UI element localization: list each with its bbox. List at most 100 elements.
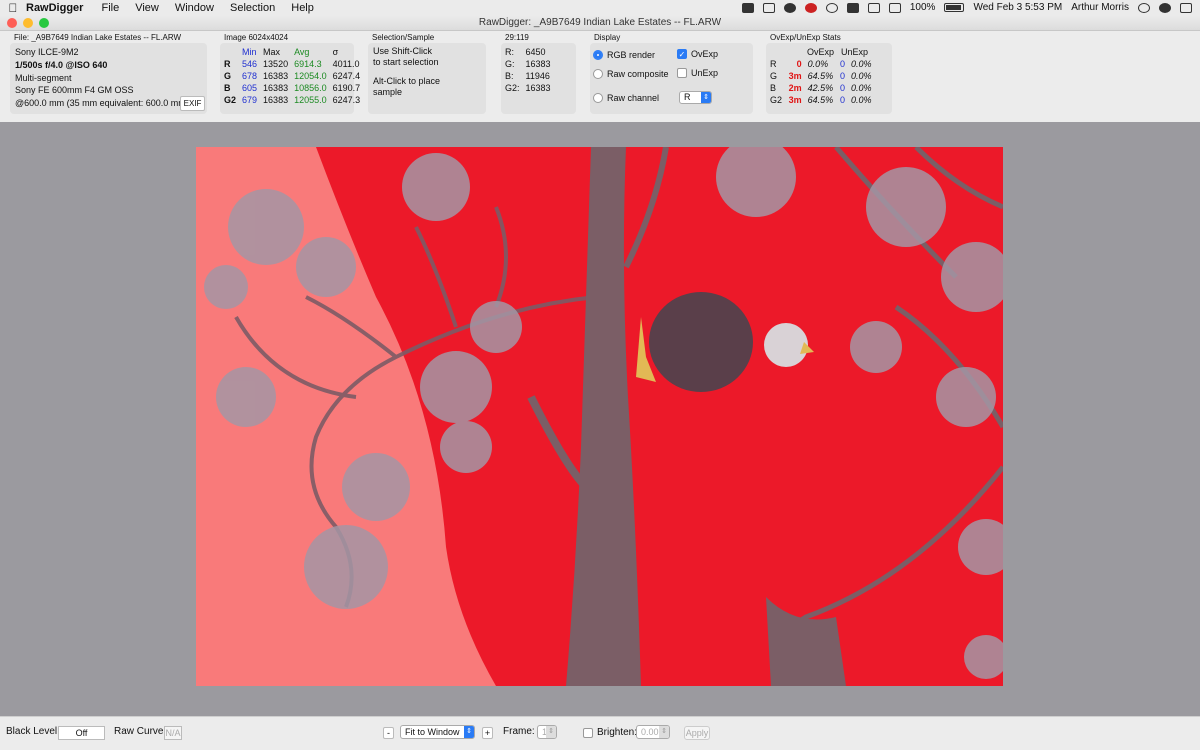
radio-raw-composite-label: Raw composite (607, 69, 669, 79)
channel-select[interactable]: R ⇕ (679, 91, 712, 104)
raw-curve-label: Raw Curve: (114, 726, 167, 737)
zoom-in-button[interactable]: + (482, 727, 493, 739)
stats-header-max: Max (263, 47, 281, 57)
control-center-icon[interactable] (1180, 2, 1192, 13)
selection-hint-1: Use Shift-Click (373, 46, 433, 56)
screen-record-icon[interactable] (741, 2, 754, 13)
brighten-value: 0.00 (641, 727, 659, 737)
exif-button[interactable]: EXIF (180, 96, 205, 111)
table-row: R 0 0.0% 0 0.0% (770, 59, 872, 69)
channel-select-value: R (684, 92, 691, 102)
radio-raw-channel[interactable]: Raw channel (593, 93, 659, 103)
minimize-window-button[interactable] (23, 18, 33, 28)
focal-length: @600.0 mm (35 mm equivalent: 600.0 mm) (15, 98, 183, 108)
stepper-icon[interactable]: ⇕ (659, 726, 669, 738)
spotlight-search-icon[interactable] (1138, 2, 1150, 13)
dropbox-icon[interactable] (867, 2, 880, 13)
m-app-icon[interactable] (846, 2, 859, 13)
raw-curve-field[interactable]: N/A (164, 726, 182, 740)
s-app-icon[interactable] (804, 2, 817, 13)
selection-hint-4: sample (373, 87, 403, 97)
raw-image-preview[interactable] (196, 147, 1003, 686)
frame-label: Frame: (503, 726, 535, 737)
battery-icon[interactable] (944, 3, 965, 12)
zoom-out-button[interactable]: - (383, 727, 394, 739)
brighten-checkbox[interactable]: Brighten: (583, 727, 637, 738)
ovexp-checkbox[interactable]: ✓ OvExp (677, 49, 718, 59)
image-stats-box: Min Max Avg σ R 546 13520 6914.3 4011.0 … (220, 43, 360, 114)
selection-hint-2: to start selection (373, 57, 439, 67)
radio-unselected-icon[interactable] (593, 69, 603, 79)
menu-view[interactable]: View (135, 2, 159, 14)
sample-coords: 29:119 (505, 33, 529, 42)
menu-help[interactable]: Help (291, 2, 314, 14)
checkbox-empty-icon[interactable] (583, 727, 593, 738)
zoom-window-button[interactable] (39, 18, 49, 28)
menu-window[interactable]: Window (175, 2, 214, 14)
ovexp-stats-table: OvExp UnExp R 0 0.0% 0 0.0% G 3m 64.5% 0… (767, 46, 875, 106)
table-row: B 605 16383 10856.0 6190.7 (224, 83, 361, 93)
stats-header-avg: Avg (294, 47, 310, 57)
menu-file[interactable]: File (101, 2, 119, 14)
image-stats-table: Min Max Avg σ R 546 13520 6914.3 4011.0 … (221, 46, 363, 106)
menu-selection[interactable]: Selection (230, 2, 275, 14)
unexp-label: UnExp (691, 68, 719, 78)
ovexp-stats-title: OvExp/UnExp Stats (770, 33, 841, 42)
display-box: RGB render Raw composite Raw channel ✓ O… (590, 43, 753, 114)
unexp-checkbox[interactable]: UnExp (677, 68, 718, 78)
frame-stepper[interactable]: 1 ⇕ (537, 725, 557, 739)
stepper-icon[interactable]: ⇕ (546, 726, 556, 738)
close-window-button[interactable] (7, 18, 17, 28)
table-row: R 546 13520 6914.3 4011.0 (224, 59, 360, 69)
sample-box: R: 6450 G: 16383 B: 11946 G2: 16383 (501, 43, 576, 114)
chevron-updown-icon[interactable]: ⇕ (701, 92, 711, 103)
window-title: RawDigger: _A9B7649 Indian Lake Estates … (478, 17, 722, 28)
radio-raw-composite[interactable]: Raw composite (593, 69, 669, 79)
checkmark-icon[interactable]: ✓ (677, 49, 687, 59)
brighten-stepper[interactable]: 0.00 ⇕ (636, 725, 670, 739)
ovexp-label: OvExp (691, 49, 719, 59)
apply-button[interactable]: Apply (684, 726, 710, 740)
table-row: G2 679 16383 12055.0 6247.3 (224, 95, 361, 105)
table-row: G2: 16383 (505, 83, 551, 93)
metering-mode: Multi-segment (15, 73, 72, 83)
radio-rgb-render[interactable]: RGB render (593, 50, 655, 60)
brighten-label: Brighten: (597, 727, 638, 738)
display-icon[interactable] (762, 2, 775, 13)
camera-model: Sony ILCE-9M2 (15, 47, 79, 57)
table-row: B 2m 42.5% 0 0.0% (770, 83, 872, 93)
wifi-icon[interactable] (888, 2, 901, 13)
zoom-select[interactable]: Fit to Window ⇕ (400, 725, 475, 739)
radio-selected-icon[interactable] (593, 50, 603, 60)
selection-box: Use Shift-Click to start selection Alt-C… (368, 43, 486, 114)
table-row: G 678 16383 12054.0 6247.4 (224, 71, 361, 81)
radio-raw-channel-label: Raw channel (607, 93, 660, 103)
radio-unselected-icon[interactable] (593, 93, 603, 103)
sample-table: R: 6450 G: 16383 B: 11946 G2: 16383 (502, 46, 554, 94)
creative-cloud-icon[interactable] (783, 2, 796, 13)
chevron-updown-icon[interactable]: ⇕ (464, 726, 474, 738)
apple-menu-icon[interactable]:  (0, 1, 26, 15)
overexposure-image (196, 147, 1003, 686)
ovexp-header: OvExp (807, 47, 835, 57)
menu-bar:  RawDigger File View Window Selection H… (0, 0, 1200, 15)
siri-icon[interactable] (1159, 2, 1171, 13)
window-titlebar: RawDigger: _A9B7649 Indian Lake Estates … (0, 15, 1200, 31)
radio-rgb-label: RGB render (607, 50, 656, 60)
file-info-box: Sony ILCE-9M2 1/500s f/4.0 @ISO 640 Mult… (10, 43, 207, 114)
table-row: G: 16383 (505, 59, 551, 69)
clock[interactable]: Wed Feb 3 5:53 PM (973, 2, 1062, 13)
zoom-select-value: Fit to Window (405, 727, 460, 737)
lens-model: Sony FE 600mm F4 GM OSS (15, 85, 134, 95)
stats-header-sigma: σ (332, 47, 339, 57)
black-level-label: Black Level: (6, 726, 60, 737)
info-panel: File: _A9B7649 Indian Lake Estates -- FL… (0, 31, 1200, 122)
selection-title: Selection/Sample (372, 33, 435, 42)
unexp-header: UnExp (841, 47, 869, 57)
checkbox-empty-icon[interactable] (677, 68, 687, 78)
selection-hint-3: Alt-Click to place (373, 76, 441, 86)
app-menu[interactable]: RawDigger (26, 2, 83, 14)
c-app-icon[interactable] (825, 2, 838, 13)
user-name[interactable]: Arthur Morris (1071, 2, 1129, 13)
black-level-field[interactable]: Off (58, 726, 105, 740)
